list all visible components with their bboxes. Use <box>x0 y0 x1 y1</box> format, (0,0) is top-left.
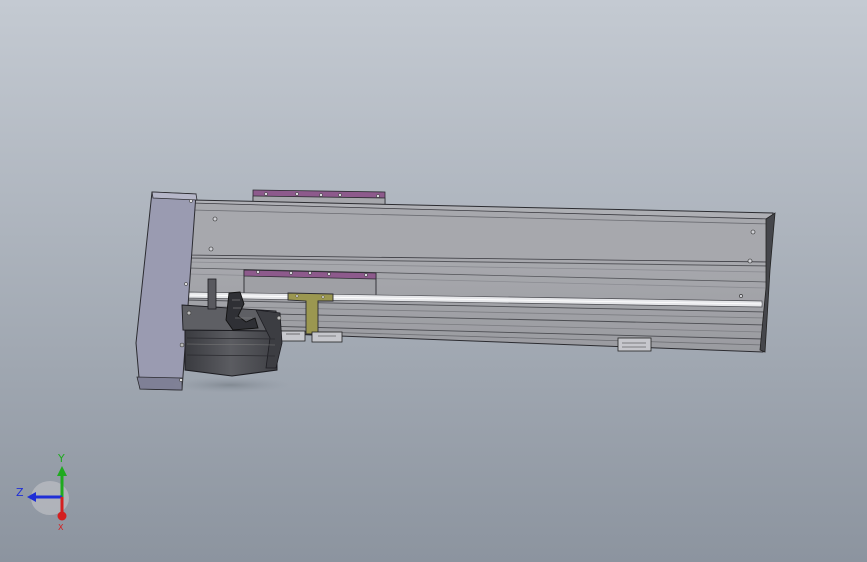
x-axis-label: X <box>58 523 64 532</box>
model-view[interactable] <box>0 0 867 562</box>
graphics-viewport[interactable]: Y Z X <box>0 0 867 562</box>
sensor-block-right[interactable] <box>617 337 652 352</box>
x-axis-arrow <box>57 511 67 521</box>
motor-shadow <box>170 377 290 393</box>
y-axis-label: Y <box>58 452 65 465</box>
z-axis-label: Z <box>16 486 24 499</box>
